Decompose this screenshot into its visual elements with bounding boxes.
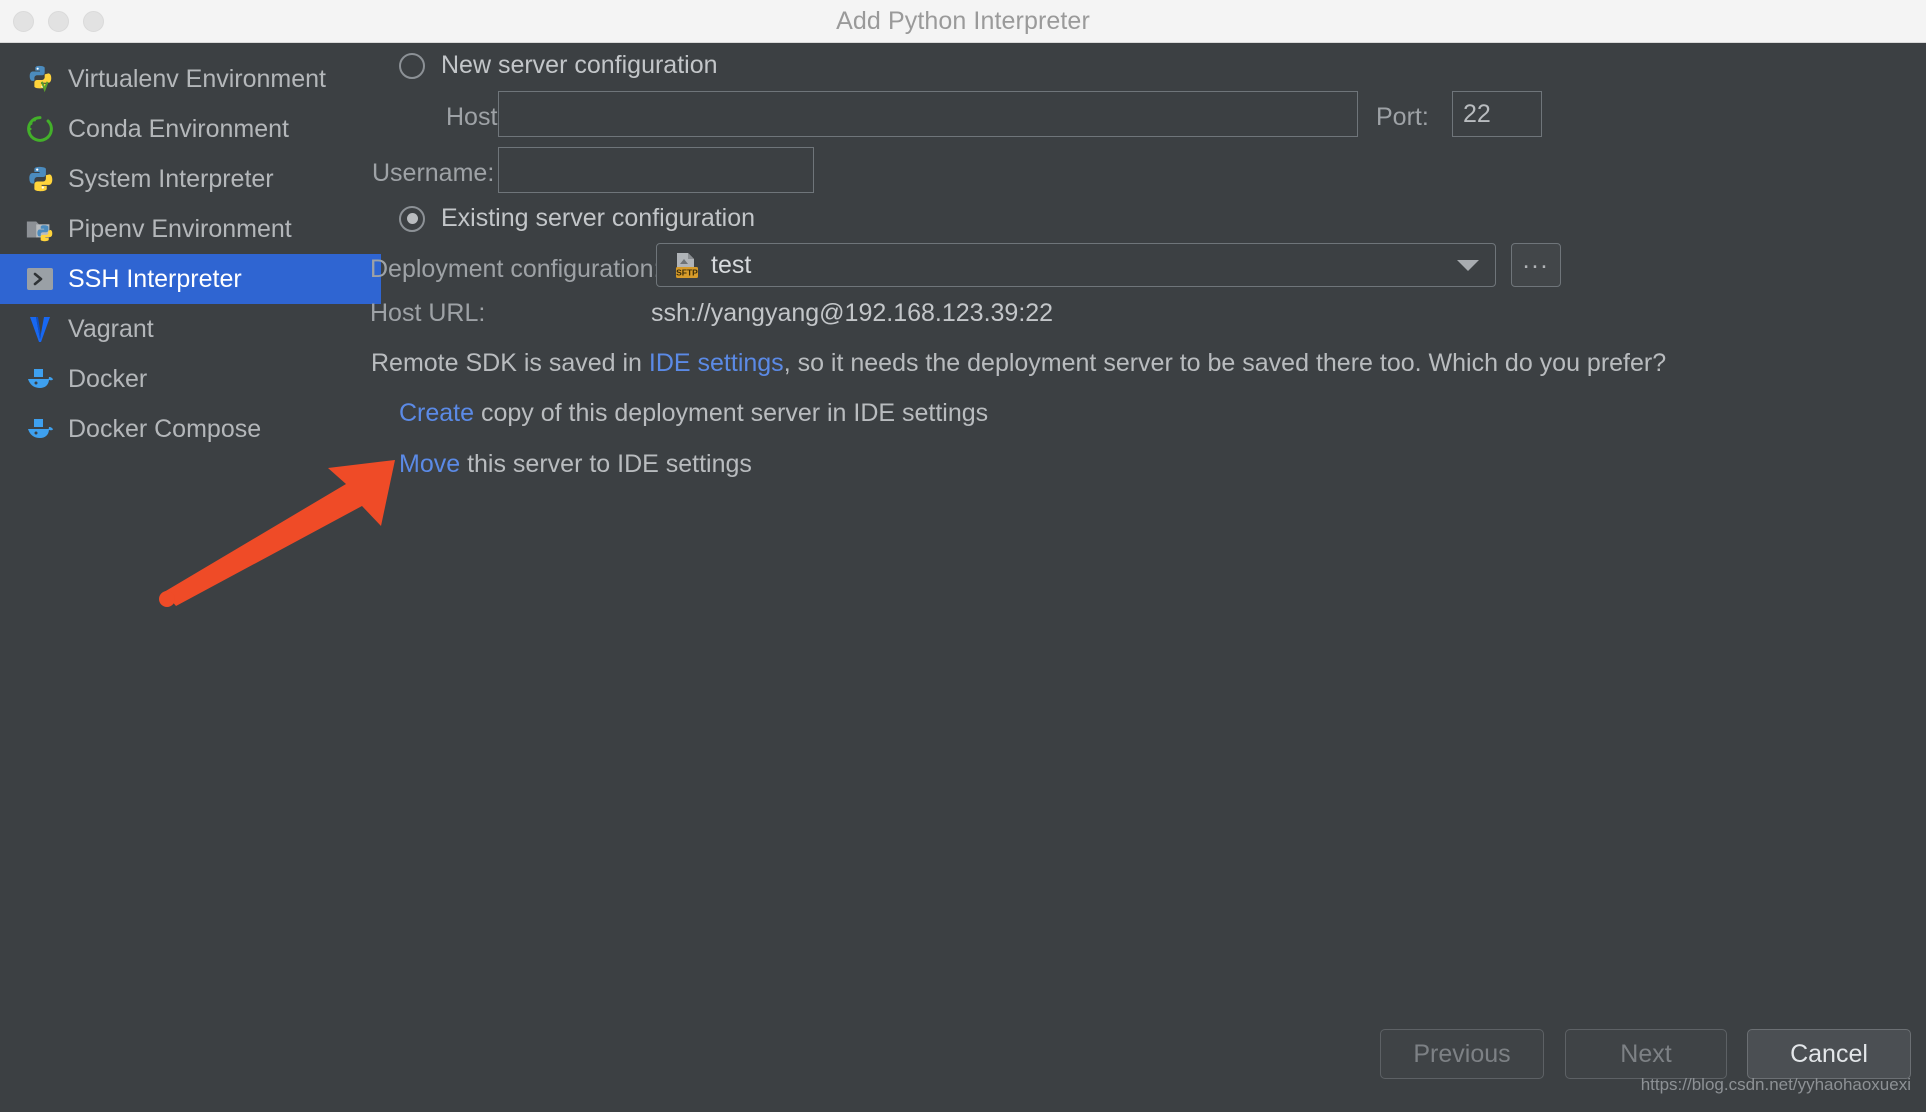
deployment-browse-button[interactable]: ...	[1511, 243, 1561, 287]
remote-sdk-notice: Remote SDK is saved in IDE settings, so …	[371, 349, 1666, 378]
host-input[interactable]	[498, 91, 1358, 137]
svg-text:SFTP: SFTP	[676, 268, 698, 278]
add-python-interpreter-dialog: Add Python Interpreter Virtualenv Enviro…	[0, 0, 1926, 1112]
sidebar-item-label: Conda Environment	[68, 114, 289, 143]
cancel-button[interactable]: Cancel	[1747, 1029, 1911, 1079]
port-input[interactable]: 22	[1452, 91, 1542, 137]
new-server-radio-label: New server configuration	[441, 51, 718, 79]
chevron-down-icon[interactable]	[1457, 260, 1479, 271]
host-label: Host:	[446, 103, 505, 131]
sidebar-item-virtualenv-environment[interactable]: Virtualenv Environment	[0, 54, 381, 104]
interpreter-type-sidebar: Virtualenv Environment Conda Environment	[0, 43, 381, 1112]
window-title: Add Python Interpreter	[836, 7, 1090, 35]
username-input[interactable]	[498, 147, 814, 193]
ssh-terminal-icon	[24, 263, 56, 295]
sidebar-item-docker[interactable]: Docker	[0, 354, 381, 404]
docker-icon	[24, 363, 56, 395]
sidebar-item-system-interpreter[interactable]: System Interpreter	[0, 154, 381, 204]
sidebar-item-conda-environment[interactable]: Conda Environment	[0, 104, 381, 154]
host-url-value: ssh://yangyang@192.168.123.39:22	[651, 299, 1054, 327]
new-server-configuration-radio-row[interactable]: New server configuration	[399, 51, 718, 80]
create-link[interactable]: Create	[399, 399, 474, 427]
next-button[interactable]: Next	[1565, 1029, 1727, 1079]
sidebar-item-pipenv-environment[interactable]: Pipenv Environment	[0, 204, 381, 254]
deployment-configuration-label: Deployment configuration:	[370, 255, 661, 283]
python-icon	[24, 163, 56, 195]
move-link[interactable]: Move	[399, 450, 460, 478]
port-label: Port:	[1376, 103, 1429, 131]
sidebar-item-label: Docker	[68, 364, 148, 393]
sidebar-item-label: Docker Compose	[68, 414, 262, 443]
notice-suffix: , so it needs the deployment server to b…	[783, 349, 1667, 377]
pipenv-icon	[24, 213, 56, 245]
existing-server-radio-label: Existing server configuration	[441, 204, 756, 232]
configuration-panel: New server configuration Host: Port: 22 …	[370, 43, 1926, 1112]
sftp-icon: SFTP	[671, 250, 701, 280]
move-server-choice: Move this server to IDE settings	[399, 450, 752, 479]
sidebar-item-label: Pipenv Environment	[68, 214, 292, 243]
sidebar-item-label: Virtualenv Environment	[68, 64, 327, 93]
sidebar-item-label: Vagrant	[68, 314, 154, 343]
deployment-configuration-select[interactable]: SFTP test	[656, 243, 1496, 287]
watermark: https://blog.csdn.net/yyhaohaoxuexi	[1640, 1075, 1911, 1094]
existing-server-configuration-radio-row[interactable]: Existing server configuration	[399, 204, 755, 233]
new-server-radio[interactable]	[399, 52, 425, 79]
create-choice-text: copy of this deployment server in IDE se…	[474, 399, 989, 427]
sidebar-item-ssh-interpreter[interactable]: SSH Interpreter	[0, 254, 381, 304]
conda-icon	[24, 113, 56, 145]
existing-server-radio[interactable]	[399, 205, 425, 232]
create-copy-choice: Create copy of this deployment server in…	[399, 399, 988, 428]
sidebar-item-label: System Interpreter	[68, 164, 274, 193]
sidebar-item-vagrant[interactable]: Vagrant	[0, 304, 381, 354]
previous-button[interactable]: Previous	[1380, 1029, 1544, 1079]
move-choice-text: this server to IDE settings	[460, 450, 752, 478]
titlebar: Add Python Interpreter	[0, 0, 1926, 43]
ide-settings-link[interactable]: IDE settings	[649, 349, 784, 377]
deployment-configuration-value: test	[711, 250, 752, 279]
username-label: Username:	[372, 159, 495, 187]
vagrant-icon	[24, 313, 56, 345]
python-venv-icon	[24, 63, 56, 95]
docker-compose-icon	[24, 413, 56, 445]
sidebar-item-label: SSH Interpreter	[68, 264, 242, 293]
notice-prefix: Remote SDK is saved in	[371, 349, 649, 377]
sidebar-item-docker-compose[interactable]: Docker Compose	[0, 404, 381, 454]
host-url-label: Host URL:	[370, 299, 486, 327]
